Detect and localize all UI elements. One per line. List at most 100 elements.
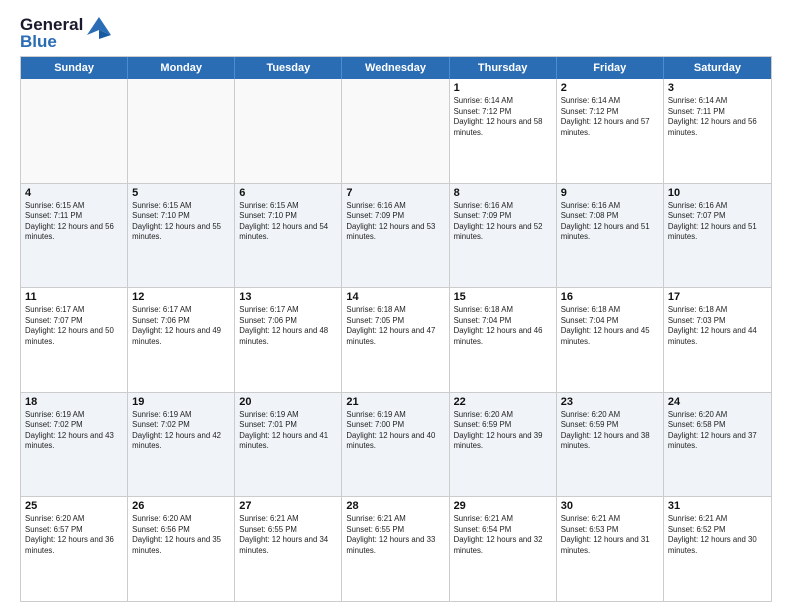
day-info: Sunrise: 6:19 AMSunset: 7:01 PMDaylight:…: [239, 410, 337, 452]
day-number: 27: [239, 500, 337, 512]
calendar-row: 11 Sunrise: 6:17 AMSunset: 7:07 PMDaylig…: [21, 287, 771, 392]
calendar-cell: 2 Sunrise: 6:14 AMSunset: 7:12 PMDayligh…: [557, 79, 664, 183]
calendar-cell: [342, 79, 449, 183]
calendar-cell: 22 Sunrise: 6:20 AMSunset: 6:59 PMDaylig…: [450, 393, 557, 497]
day-number: 3: [668, 82, 767, 94]
page: General Blue SundayMondayTuesdayWednesda…: [0, 0, 792, 612]
day-info: Sunrise: 6:20 AMSunset: 6:59 PMDaylight:…: [561, 410, 659, 452]
day-number: 2: [561, 82, 659, 94]
calendar-cell: 7 Sunrise: 6:16 AMSunset: 7:09 PMDayligh…: [342, 184, 449, 288]
calendar-cell: 30 Sunrise: 6:21 AMSunset: 6:53 PMDaylig…: [557, 497, 664, 601]
day-info: Sunrise: 6:21 AMSunset: 6:53 PMDaylight:…: [561, 514, 659, 556]
day-number: 16: [561, 291, 659, 303]
day-number: 4: [25, 187, 123, 199]
calendar-cell: 28 Sunrise: 6:21 AMSunset: 6:55 PMDaylig…: [342, 497, 449, 601]
calendar-cell: 10 Sunrise: 6:16 AMSunset: 7:07 PMDaylig…: [664, 184, 771, 288]
calendar-cell: [235, 79, 342, 183]
calendar-cell: 24 Sunrise: 6:20 AMSunset: 6:58 PMDaylig…: [664, 393, 771, 497]
calendar-cell: 14 Sunrise: 6:18 AMSunset: 7:05 PMDaylig…: [342, 288, 449, 392]
day-number: 6: [239, 187, 337, 199]
day-number: 10: [668, 187, 767, 199]
day-info: Sunrise: 6:19 AMSunset: 7:02 PMDaylight:…: [132, 410, 230, 452]
weekday-header: Wednesday: [342, 57, 449, 79]
day-number: 13: [239, 291, 337, 303]
day-number: 24: [668, 396, 767, 408]
day-number: 5: [132, 187, 230, 199]
calendar-cell: 3 Sunrise: 6:14 AMSunset: 7:11 PMDayligh…: [664, 79, 771, 183]
day-number: 14: [346, 291, 444, 303]
header: General Blue: [20, 16, 772, 50]
day-info: Sunrise: 6:16 AMSunset: 7:08 PMDaylight:…: [561, 201, 659, 243]
day-info: Sunrise: 6:14 AMSunset: 7:12 PMDaylight:…: [454, 96, 552, 138]
weekday-header: Monday: [128, 57, 235, 79]
weekday-header: Friday: [557, 57, 664, 79]
calendar-cell: 19 Sunrise: 6:19 AMSunset: 7:02 PMDaylig…: [128, 393, 235, 497]
calendar-cell: 9 Sunrise: 6:16 AMSunset: 7:08 PMDayligh…: [557, 184, 664, 288]
calendar-cell: 5 Sunrise: 6:15 AMSunset: 7:10 PMDayligh…: [128, 184, 235, 288]
logo-general: General: [20, 16, 83, 33]
day-info: Sunrise: 6:21 AMSunset: 6:55 PMDaylight:…: [239, 514, 337, 556]
logo: General Blue: [20, 16, 113, 50]
day-info: Sunrise: 6:21 AMSunset: 6:55 PMDaylight:…: [346, 514, 444, 556]
calendar-row: 18 Sunrise: 6:19 AMSunset: 7:02 PMDaylig…: [21, 392, 771, 497]
weekday-header: Tuesday: [235, 57, 342, 79]
day-info: Sunrise: 6:18 AMSunset: 7:03 PMDaylight:…: [668, 305, 767, 347]
day-info: Sunrise: 6:17 AMSunset: 7:07 PMDaylight:…: [25, 305, 123, 347]
calendar-cell: 6 Sunrise: 6:15 AMSunset: 7:10 PMDayligh…: [235, 184, 342, 288]
calendar-cell: 21 Sunrise: 6:19 AMSunset: 7:00 PMDaylig…: [342, 393, 449, 497]
calendar-header: SundayMondayTuesdayWednesdayThursdayFrid…: [21, 57, 771, 79]
calendar-cell: 11 Sunrise: 6:17 AMSunset: 7:07 PMDaylig…: [21, 288, 128, 392]
day-number: 8: [454, 187, 552, 199]
day-info: Sunrise: 6:14 AMSunset: 7:11 PMDaylight:…: [668, 96, 767, 138]
weekday-header: Saturday: [664, 57, 771, 79]
calendar-cell: 1 Sunrise: 6:14 AMSunset: 7:12 PMDayligh…: [450, 79, 557, 183]
day-info: Sunrise: 6:16 AMSunset: 7:09 PMDaylight:…: [454, 201, 552, 243]
calendar-cell: [128, 79, 235, 183]
day-number: 18: [25, 396, 123, 408]
day-number: 22: [454, 396, 552, 408]
calendar-row: 4 Sunrise: 6:15 AMSunset: 7:11 PMDayligh…: [21, 183, 771, 288]
day-number: 28: [346, 500, 444, 512]
day-info: Sunrise: 6:19 AMSunset: 7:02 PMDaylight:…: [25, 410, 123, 452]
day-number: 31: [668, 500, 767, 512]
day-number: 11: [25, 291, 123, 303]
calendar-row: 25 Sunrise: 6:20 AMSunset: 6:57 PMDaylig…: [21, 496, 771, 601]
calendar-cell: 15 Sunrise: 6:18 AMSunset: 7:04 PMDaylig…: [450, 288, 557, 392]
calendar-cell: 29 Sunrise: 6:21 AMSunset: 6:54 PMDaylig…: [450, 497, 557, 601]
day-info: Sunrise: 6:15 AMSunset: 7:10 PMDaylight:…: [132, 201, 230, 243]
day-info: Sunrise: 6:19 AMSunset: 7:00 PMDaylight:…: [346, 410, 444, 452]
day-info: Sunrise: 6:18 AMSunset: 7:04 PMDaylight:…: [454, 305, 552, 347]
calendar-cell: 4 Sunrise: 6:15 AMSunset: 7:11 PMDayligh…: [21, 184, 128, 288]
logo-blue: Blue: [20, 33, 83, 50]
day-number: 26: [132, 500, 230, 512]
day-info: Sunrise: 6:16 AMSunset: 7:07 PMDaylight:…: [668, 201, 767, 243]
day-number: 9: [561, 187, 659, 199]
day-number: 17: [668, 291, 767, 303]
day-info: Sunrise: 6:20 AMSunset: 6:58 PMDaylight:…: [668, 410, 767, 452]
calendar-cell: 17 Sunrise: 6:18 AMSunset: 7:03 PMDaylig…: [664, 288, 771, 392]
day-number: 15: [454, 291, 552, 303]
day-number: 7: [346, 187, 444, 199]
calendar-cell: [21, 79, 128, 183]
weekday-header: Thursday: [450, 57, 557, 79]
day-number: 19: [132, 396, 230, 408]
title-block: [113, 16, 772, 18]
weekday-header: Sunday: [21, 57, 128, 79]
day-info: Sunrise: 6:16 AMSunset: 7:09 PMDaylight:…: [346, 201, 444, 243]
day-number: 21: [346, 396, 444, 408]
day-number: 1: [454, 82, 552, 94]
calendar-cell: 25 Sunrise: 6:20 AMSunset: 6:57 PMDaylig…: [21, 497, 128, 601]
day-info: Sunrise: 6:17 AMSunset: 7:06 PMDaylight:…: [239, 305, 337, 347]
day-info: Sunrise: 6:14 AMSunset: 7:12 PMDaylight:…: [561, 96, 659, 138]
day-info: Sunrise: 6:20 AMSunset: 6:59 PMDaylight:…: [454, 410, 552, 452]
calendar-cell: 26 Sunrise: 6:20 AMSunset: 6:56 PMDaylig…: [128, 497, 235, 601]
calendar-cell: 31 Sunrise: 6:21 AMSunset: 6:52 PMDaylig…: [664, 497, 771, 601]
day-info: Sunrise: 6:17 AMSunset: 7:06 PMDaylight:…: [132, 305, 230, 347]
day-info: Sunrise: 6:15 AMSunset: 7:10 PMDaylight:…: [239, 201, 337, 243]
calendar-cell: 8 Sunrise: 6:16 AMSunset: 7:09 PMDayligh…: [450, 184, 557, 288]
day-info: Sunrise: 6:21 AMSunset: 6:54 PMDaylight:…: [454, 514, 552, 556]
calendar-cell: 16 Sunrise: 6:18 AMSunset: 7:04 PMDaylig…: [557, 288, 664, 392]
day-number: 20: [239, 396, 337, 408]
calendar-cell: 20 Sunrise: 6:19 AMSunset: 7:01 PMDaylig…: [235, 393, 342, 497]
day-number: 12: [132, 291, 230, 303]
